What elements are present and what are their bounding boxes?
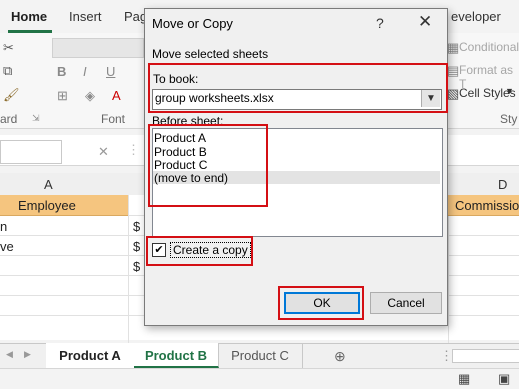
- employee-header-text: Employee: [18, 198, 76, 213]
- highlight-box: [148, 63, 448, 113]
- instruction-text: Move selected sheets: [152, 47, 269, 61]
- format-painter-icon[interactable]: 🖌: [3, 87, 20, 103]
- page-layout-view-icon[interactable]: ▣: [498, 371, 510, 387]
- cell-b4[interactable]: $: [133, 259, 140, 274]
- sheet-tab-product-b[interactable]: Product B: [134, 343, 219, 368]
- name-box[interactable]: [0, 140, 62, 164]
- cancel-button[interactable]: Cancel: [370, 292, 442, 314]
- status-bar: [0, 368, 519, 389]
- italic-button[interactable]: I: [83, 64, 87, 79]
- underline-button[interactable]: U: [106, 64, 115, 79]
- normal-view-icon[interactable]: ▦: [458, 371, 470, 387]
- sheet-tab-product-c[interactable]: Product C: [218, 343, 303, 368]
- gridline: [128, 195, 129, 343]
- borders-icon[interactable]: ⊞: [57, 88, 68, 104]
- close-icon[interactable]: ✕: [418, 12, 432, 32]
- chevron-down-icon[interactable]: ▼: [505, 86, 514, 96]
- cell-a3[interactable]: ve: [0, 239, 14, 254]
- gridline: [448, 195, 449, 343]
- conditional-formatting-label[interactable]: Conditional: [459, 40, 519, 54]
- conditional-formatting-icon[interactable]: ▦: [447, 40, 459, 56]
- cancel-entry-icon[interactable]: ✕: [98, 144, 109, 160]
- formula-bar-separator: ⋮: [127, 142, 140, 157]
- font-group-label: Font: [101, 112, 126, 126]
- column-header-d[interactable]: D: [498, 177, 507, 192]
- cell-b2[interactable]: $: [133, 219, 140, 234]
- tab-insert[interactable]: Insert: [69, 9, 102, 24]
- highlight-box: [148, 124, 268, 207]
- clipboard-group-label: ard: [0, 112, 18, 126]
- bold-button[interactable]: B: [57, 64, 66, 79]
- fill-color-icon[interactable]: ◈: [85, 88, 95, 104]
- highlight-box: [146, 236, 253, 266]
- copy-icon[interactable]: ⧉: [3, 63, 12, 79]
- column-header-a[interactable]: A: [44, 177, 53, 192]
- format-as-table-icon[interactable]: ▤: [447, 63, 459, 79]
- styles-group-label: Sty: [500, 112, 518, 126]
- help-icon[interactable]: ?: [376, 15, 384, 31]
- sheet-tab-product-a[interactable]: Product A: [46, 343, 135, 368]
- dialog-launcher-icon[interactable]: ⇲: [32, 113, 40, 124]
- cell-b3[interactable]: $: [133, 239, 140, 254]
- horizontal-scrollbar[interactable]: [452, 349, 519, 363]
- tab-home[interactable]: Home: [11, 9, 47, 24]
- cell-a2[interactable]: n: [0, 219, 7, 234]
- cell-styles-icon[interactable]: ▧: [447, 86, 459, 102]
- font-name-box[interactable]: [52, 38, 144, 58]
- cut-icon[interactable]: ✂: [3, 40, 14, 56]
- add-sheet-icon[interactable]: ⊕: [334, 348, 346, 365]
- tab-developer[interactable]: eveloper: [451, 9, 501, 24]
- commission-header-text: Commissio: [455, 198, 519, 213]
- scroll-right-icon[interactable]: ▶: [24, 349, 31, 360]
- font-color-icon[interactable]: A: [112, 88, 121, 103]
- dialog-title: Move or Copy: [152, 16, 233, 31]
- scroll-left-icon[interactable]: ◀: [6, 349, 13, 360]
- highlight-box: [278, 286, 364, 320]
